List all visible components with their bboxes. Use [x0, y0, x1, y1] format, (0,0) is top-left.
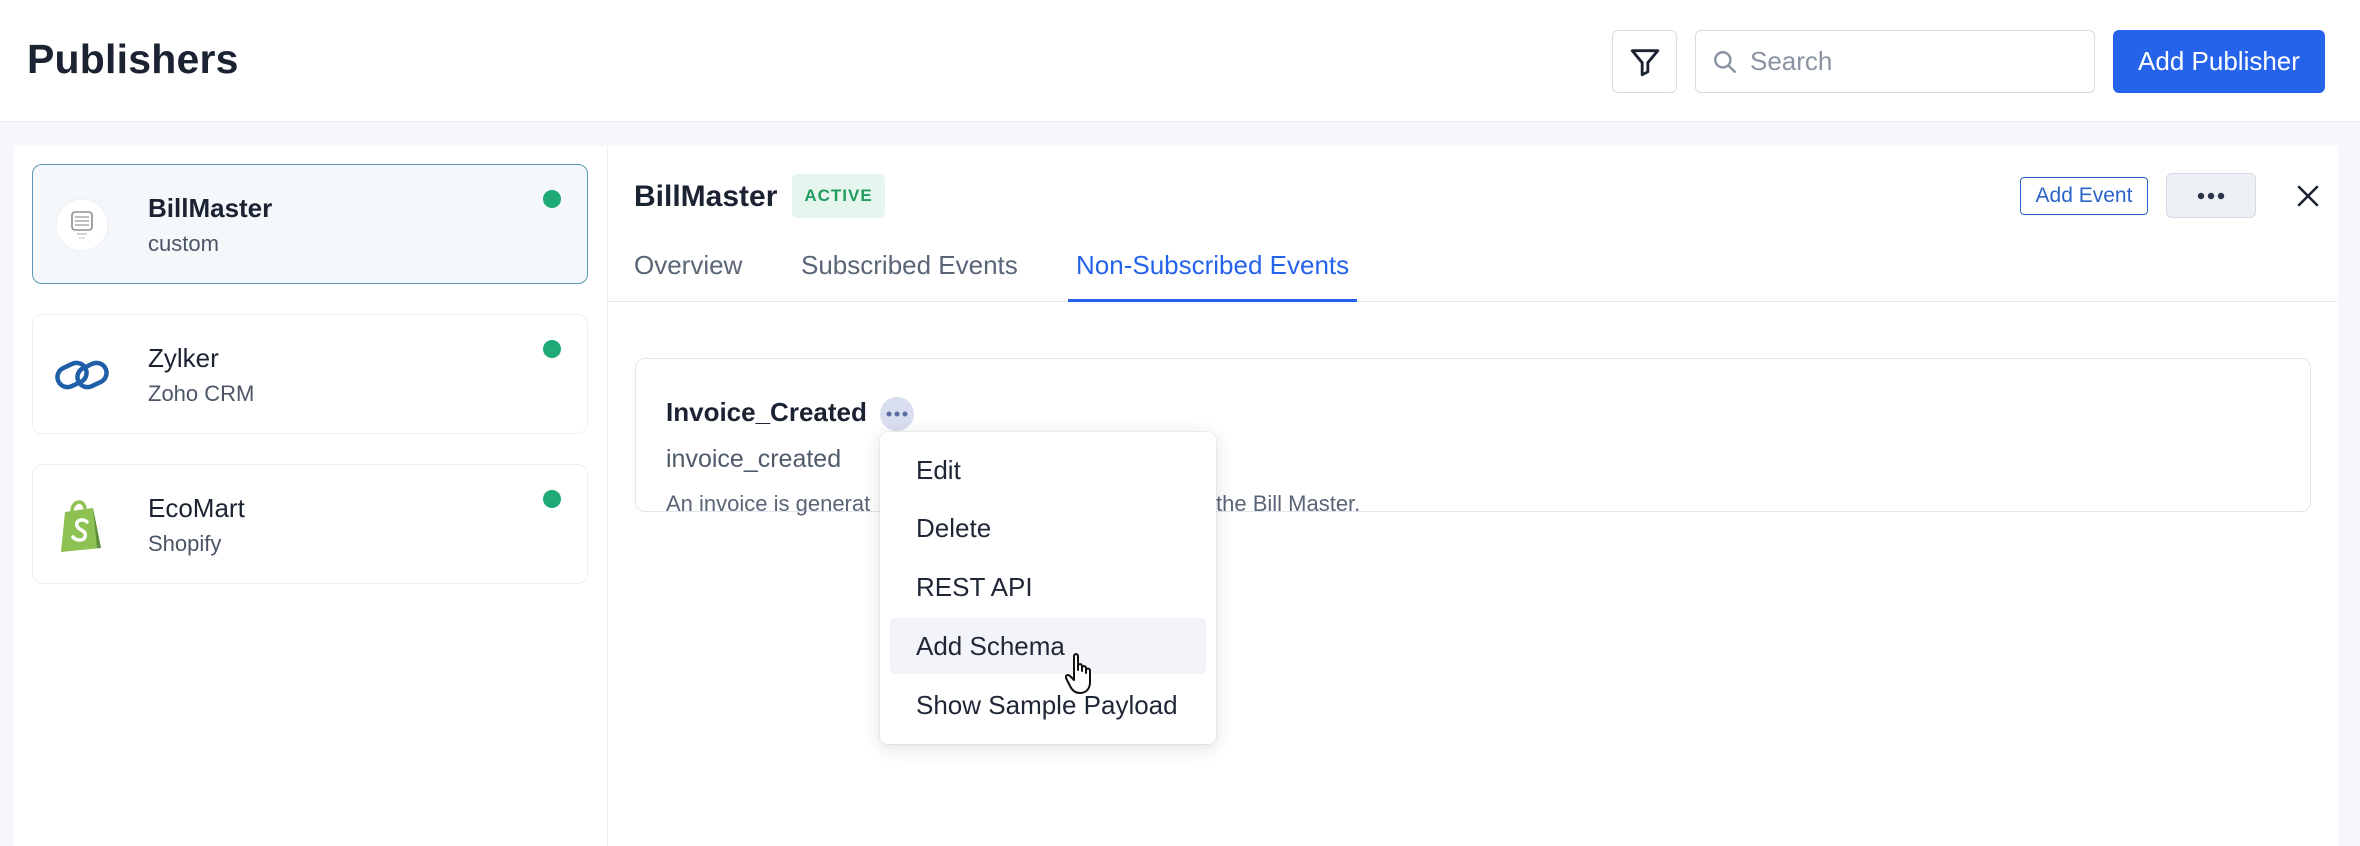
status-dot [543, 340, 561, 358]
status-dot [543, 490, 561, 508]
more-horizontal-icon [2197, 192, 2225, 199]
status-badge: ACTIVE [792, 174, 885, 218]
publisher-list: BillMaster custom Zylker Zoho CRM EcoMar… [14, 146, 608, 846]
shopify-logo-icon [53, 496, 111, 554]
publisher-name: BillMaster [148, 193, 273, 223]
filter-icon [1630, 48, 1659, 76]
event-key: invoice_created [666, 445, 842, 473]
menu-item-show-sample-payload[interactable]: Show Sample Payload [890, 677, 1206, 733]
event-description-start: An invoice is generat [666, 491, 871, 516]
menu-item-delete[interactable]: Delete [890, 500, 1206, 556]
billmaster-logo-icon [53, 196, 111, 254]
tab-subscribed-events[interactable]: Subscribed Events [801, 250, 1018, 302]
search-box[interactable] [1695, 30, 2095, 93]
event-actions-menu: Edit Delete REST API Add Schema Show Sam… [880, 432, 1216, 744]
publisher-detail-panel: BillMaster ACTIVE Add Event Overview Sub… [608, 146, 2338, 846]
publisher-name: EcoMart [148, 493, 245, 523]
search-icon [1714, 50, 1736, 73]
add-publisher-button[interactable]: Add Publisher [2113, 30, 2325, 93]
publisher-card-zylker[interactable]: Zylker Zoho CRM [32, 314, 588, 434]
event-description-end: the Bill Master. [1216, 491, 1361, 516]
publisher-card-billmaster[interactable]: BillMaster custom [32, 164, 588, 284]
close-button[interactable] [2288, 176, 2328, 216]
event-name: Invoice_Created [666, 397, 867, 427]
detail-title: BillMaster [634, 180, 778, 213]
filter-button[interactable] [1612, 30, 1677, 93]
more-options-button[interactable] [2166, 173, 2256, 218]
menu-item-rest-api[interactable]: REST API [890, 559, 1206, 615]
search-input[interactable] [1750, 46, 2070, 77]
zylker-logo-icon [53, 346, 111, 404]
hand-cursor-icon [1065, 653, 1091, 694]
status-dot [543, 190, 561, 208]
tab-non-subscribed-events[interactable]: Non-Subscribed Events [1068, 250, 1358, 302]
close-icon [2297, 185, 2319, 207]
publisher-source: Shopify [148, 531, 222, 556]
tab-overview[interactable]: Overview [634, 250, 742, 302]
top-bar: Publishers Add Publisher [0, 0, 2360, 122]
detail-tabs: Overview Subscribed Events Non-Subscribe… [608, 242, 2338, 302]
publisher-source: custom [148, 231, 219, 256]
page-title: Publishers [27, 36, 239, 82]
menu-item-add-schema[interactable]: Add Schema [890, 618, 1206, 674]
publisher-name: Zylker [148, 343, 219, 373]
add-event-button[interactable]: Add Event [2020, 177, 2148, 215]
menu-item-edit[interactable]: Edit [890, 442, 1206, 498]
publisher-source: Zoho CRM [148, 381, 255, 406]
publisher-card-ecomart[interactable]: EcoMart Shopify [32, 464, 588, 584]
more-horizontal-icon [886, 411, 908, 417]
event-actions-button[interactable] [880, 397, 914, 431]
